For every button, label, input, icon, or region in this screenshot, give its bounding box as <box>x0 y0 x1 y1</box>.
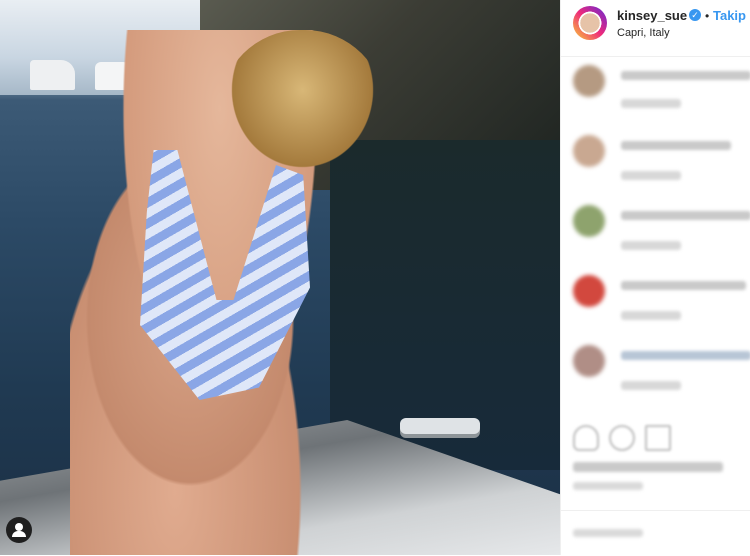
add-comment-area <box>561 510 750 556</box>
comment-item <box>573 205 750 255</box>
photo-yacht <box>30 60 75 90</box>
comment-meta-redacted <box>621 99 681 108</box>
follow-button[interactable]: Takip <box>713 8 746 23</box>
post-photo[interactable] <box>0 0 560 555</box>
comment-text-redacted <box>621 71 750 80</box>
comment-item <box>573 345 750 395</box>
post-side-panel: kinsey_sue ✓ • Takip Capri, Italy <box>560 0 750 555</box>
post-actions <box>573 425 743 451</box>
comment-meta-redacted <box>621 311 681 320</box>
avatar[interactable] <box>573 65 605 97</box>
avatar[interactable] <box>573 275 605 307</box>
comment-item <box>573 275 750 325</box>
comment-item <box>573 65 750 115</box>
add-comment-input-redacted[interactable] <box>573 529 643 537</box>
comment-text-redacted <box>621 351 750 360</box>
comment-item <box>573 135 750 185</box>
comment-meta-redacted <box>621 241 681 250</box>
photo-boat-cleat <box>400 418 480 434</box>
post-header: kinsey_sue ✓ • Takip Capri, Italy <box>561 0 750 57</box>
comment-icon[interactable] <box>609 425 635 451</box>
verified-badge-icon: ✓ <box>689 9 701 21</box>
post-time-redacted <box>573 482 643 490</box>
comment-meta-redacted <box>621 171 681 180</box>
separator-dot: • <box>705 9 710 23</box>
photo-hair <box>220 30 385 180</box>
user-tag-icon[interactable] <box>6 517 32 543</box>
location-link[interactable]: Capri, Italy <box>617 27 670 39</box>
avatar[interactable] <box>573 6 607 40</box>
avatar[interactable] <box>573 205 605 237</box>
heart-icon[interactable] <box>573 425 599 451</box>
avatar[interactable] <box>573 135 605 167</box>
comment-text-redacted <box>621 281 746 290</box>
avatar[interactable] <box>573 345 605 377</box>
comment-text-redacted <box>621 211 750 220</box>
comment-meta-redacted <box>621 381 681 390</box>
comment-text-redacted <box>621 141 731 150</box>
likes-count-redacted[interactable] <box>573 462 723 472</box>
share-icon[interactable] <box>645 425 671 451</box>
username-link[interactable]: kinsey_sue <box>617 8 687 23</box>
